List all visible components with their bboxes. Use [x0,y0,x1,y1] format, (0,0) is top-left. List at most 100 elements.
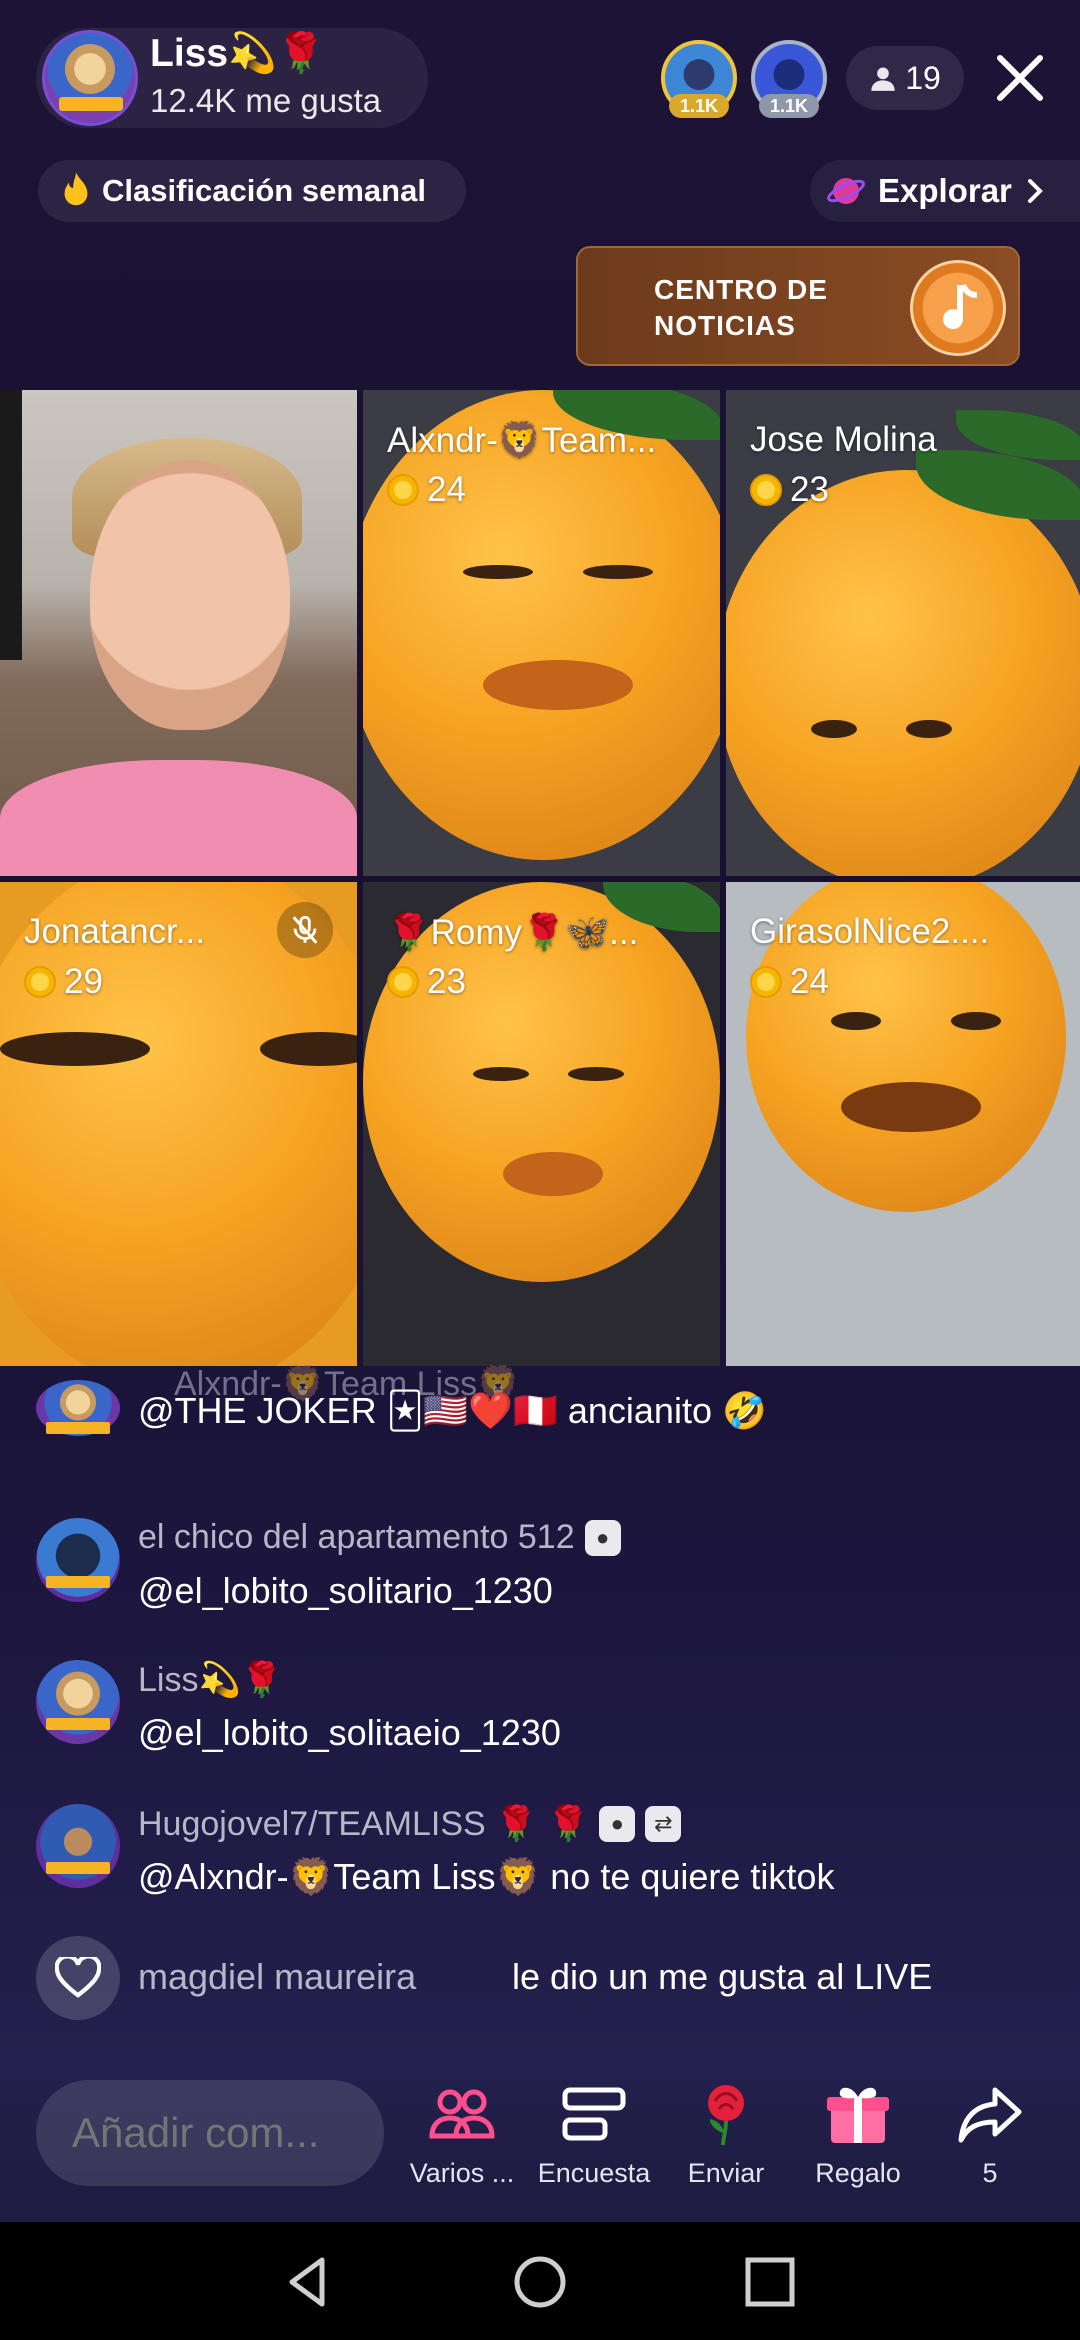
guest-video-tile[interactable]: 🌹Romy🌹🦋... 23 [363,882,720,1366]
comment-text: @el_lobito_solitaeio_1230 [138,1712,561,1753]
viewer-count: 19 [905,59,941,96]
comment-username: Liss💫🌹 [138,1661,284,1699]
guest-name: 🌹Romy🌹🦋... [387,913,639,952]
guest-video-tile[interactable]: Jose Molina 23 [726,390,1080,876]
eye [473,1067,529,1081]
background-tv [0,390,22,660]
mouth [503,1152,603,1196]
explore-label: Explorar [878,172,1012,209]
avatar-badge [46,1422,110,1434]
avatar-badge [46,1862,110,1874]
comment-text: @Alxndr-🦁Team Liss🦁 no te quiere tiktok [138,1856,835,1897]
subscriber-badge-icon: ● [584,1519,621,1556]
host-shirt [0,760,357,876]
gift-label: Regalo [815,2158,901,2188]
send-rose-label: Enviar [687,2158,765,2188]
guest-score: 24 [387,470,466,510]
comment-text: @THE JOKER 🃏🇺🇸❤️🇵🇪 ancianito 🤣 [138,1390,767,1431]
tiktok-live-logo [910,260,1006,356]
news-center-banner[interactable]: CENTRO DE NOTICIAS [576,246,1020,366]
eye [831,1012,881,1030]
comment-item[interactable]: Liss💫🌹 @el_lobito_solitaeio_1230 [36,1660,1056,1760]
comment-item[interactable]: Alxndr-🦁Team Liss🦁 @THE JOKER 🃏🇺🇸❤️🇵🇪 an… [36,1365,1056,1480]
guest-name: Jonatancr... [24,912,205,951]
coin-icon [387,474,419,506]
poll-button[interactable]: Encuesta [534,2078,654,2189]
host-avatar-badge [59,97,123,111]
host-video-tile[interactable] [0,390,357,876]
guest-score-value: 24 [427,470,466,509]
news-center-label: CENTRO DE NOTICIAS [654,274,828,341]
comment-item[interactable]: Hugojovel7/TEAMLISS 🌹 🌹 ● ⇄ @Alxndr-🦁Tea… [36,1804,1056,1904]
comment-item[interactable]: el chico del apartamento 512 ● @el_lobit… [36,1518,1056,1618]
share-button[interactable]: 5 [930,2078,1050,2189]
explore-button[interactable]: Explorar [810,160,1080,222]
share-icon [954,2078,1026,2150]
comment-username: el chico del apartamento 512 ● [138,1518,621,1557]
weekly-ranking-button[interactable]: Clasificación semanal [38,160,466,222]
back-icon[interactable] [278,2252,338,2312]
mouth [483,660,633,710]
guest-score-value: 23 [427,962,466,1001]
viewer-count-pill[interactable]: 19 [846,46,964,110]
comment-avatar[interactable] [36,1660,120,1744]
planet-icon [827,178,865,204]
comment-avatar[interactable] [36,1518,120,1602]
guest-score: 24 [750,962,829,1002]
eye [811,720,857,738]
eye [906,720,952,738]
coin-icon [750,966,782,998]
top-viewer-avatar-1[interactable]: 1.1K [661,40,737,118]
avatar-badge [46,1576,110,1588]
guest-video-tile[interactable]: Jonatancr... 29 [0,882,357,1366]
eye [0,1032,150,1066]
comment-feed[interactable]: Alxndr-🦁Team Liss🦁 @THE JOKER 🃏🇺🇸❤️🇵🇪 an… [0,1365,1080,2036]
multi-guest-grid: Alxndr-🦁Team... 24 Jose Molina 23 Jonata… [0,390,1080,1370]
top-viewer-count-2: 1.1K [759,94,819,118]
comment-avatar[interactable] [36,1804,120,1888]
multi-guest-label: Varios ... [409,2158,515,2188]
host-name: Liss💫🌹 [150,32,326,75]
coin-icon [387,966,419,998]
orange-face [726,470,1080,876]
comment-text: @el_lobito_solitario_1230 [138,1570,553,1611]
heart-icon [36,1936,120,2020]
guest-score-value: 29 [64,962,103,1001]
guest-video-tile[interactable]: GirasolNice2.... 24 [726,882,1080,1366]
recents-icon[interactable] [740,2252,800,2312]
host-avatar[interactable] [42,30,138,126]
guest-name: Alxndr-🦁Team... [387,421,657,460]
eye [583,565,653,579]
top-viewer-avatar-2[interactable]: 1.1K [751,40,827,118]
gift-button[interactable]: Regalo [798,2078,918,2189]
home-icon[interactable] [510,2252,570,2312]
poll-label: Encuesta [537,2158,651,2188]
send-rose-button[interactable]: Enviar [666,2078,786,2189]
person-icon [871,67,895,91]
guest-name: Jose Molina [750,420,937,459]
top-viewer-count-1: 1.1K [669,94,729,118]
like-username: magdiel maureira [138,1956,417,1997]
rose-icon [690,2078,762,2150]
close-icon[interactable] [990,48,1050,108]
comment-avatar[interactable] [36,1380,120,1436]
guest-score: 23 [750,470,829,510]
like-action-text: le dio un me gusta al LIVE [512,1956,933,1997]
mic-off-icon [292,915,318,944]
multi-guest-button[interactable]: Varios ... [402,2078,522,2189]
weekly-ranking-label: Clasificación semanal [102,173,426,208]
music-note-icon [943,283,978,330]
guest-score-value: 24 [790,962,829,1001]
guest-score: 23 [387,962,466,1002]
muted-badge [277,902,333,958]
comment-input[interactable] [36,2080,384,2186]
flame-icon [64,172,88,206]
guest-name: GirasolNice2.... [750,912,990,951]
guest-video-tile[interactable]: Alxndr-🦁Team... 24 [363,390,720,876]
coin-icon [750,474,782,506]
host-face [90,460,290,730]
eye [568,1067,624,1081]
multi-guest-icon [426,2078,498,2150]
eye [463,565,533,579]
gift-icon [822,2078,894,2150]
